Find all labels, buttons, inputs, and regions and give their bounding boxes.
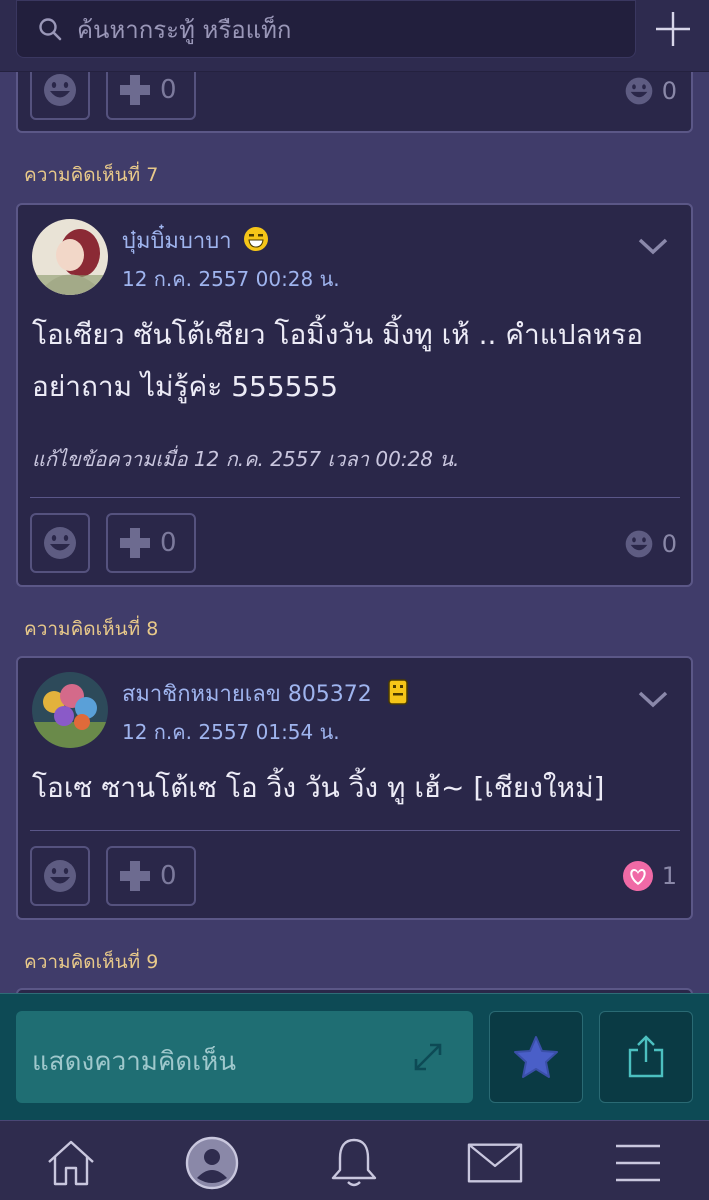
search-placeholder: ค้นหากระทู้ หรือแท็ก [77, 15, 292, 44]
post-time: 12 ก.ค. 2557 01:54 น. [122, 720, 340, 744]
plus-icon [120, 861, 150, 891]
heart-icon [622, 861, 653, 891]
chevron-down-icon[interactable] [636, 688, 670, 710]
expand-icon[interactable] [412, 1041, 444, 1073]
smile-icon [44, 74, 76, 106]
comment-label: ความคิดเห็นที่ 8 [24, 618, 159, 640]
tab-home[interactable] [43, 1137, 99, 1189]
member-badge-icon [388, 679, 408, 705]
author-name[interactable]: สมาชิกหมายเลข 805372 [122, 676, 409, 711]
menu-icon [616, 1144, 660, 1182]
plus-icon [120, 528, 150, 558]
top-bar: ค้นหากระทู้ หรือแท็ก [0, 0, 709, 72]
reaction-summary[interactable]: 0 [624, 529, 677, 559]
divider [30, 497, 680, 498]
reaction-summary[interactable]: 1 [622, 860, 677, 892]
tab-bar [0, 1120, 709, 1200]
tab-messages[interactable] [467, 1137, 523, 1189]
edit-note: แก้ไขข้อความเมื่อ 12 ก.ค. 2557 เวลา 00:2… [32, 447, 460, 471]
plus-vote-button[interactable]: 0 [106, 513, 196, 573]
comment-input[interactable]: แสดงความคิดเห็น [16, 1011, 473, 1103]
tab-menu[interactable] [610, 1137, 666, 1189]
emoji-react-button[interactable] [30, 513, 90, 573]
avatar[interactable] [32, 672, 108, 748]
share-icon [628, 1035, 664, 1078]
emoji-badge-icon [243, 227, 268, 251]
smile-icon [625, 77, 653, 105]
post-time: 12 ก.ค. 2557 00:28 น. [122, 267, 340, 291]
chevron-down-icon[interactable] [636, 235, 670, 257]
add-post-button[interactable] [652, 8, 694, 50]
plus-vote-button[interactable]: 0 [106, 846, 196, 906]
comment-label: ความคิดเห็นที่ 7 [24, 164, 159, 186]
comment-body: โอเซียว ซันโต้เซียว โอมิ้งวัน มิ้งทู เห้… [32, 318, 644, 403]
bell-icon [331, 1138, 377, 1187]
search-icon [39, 18, 62, 41]
reaction-summary[interactable]: 0 [624, 76, 677, 106]
smile-icon [625, 530, 653, 558]
emoji-react-button[interactable] [30, 846, 90, 906]
reaction-count: 0 [661, 530, 677, 558]
search-field[interactable]: ค้นหากระทู้ หรือแท็ก [16, 0, 636, 58]
favorite-button[interactable] [489, 1011, 583, 1103]
plus-count: 0 [160, 528, 177, 558]
home-icon [48, 1140, 94, 1186]
comment-card: บุ๋มบิ๋มบาบา 12 ก.ค. 2557 00:28 น. โอเซี… [16, 203, 693, 587]
tab-notifications[interactable] [326, 1137, 382, 1189]
mail-icon [467, 1143, 523, 1183]
share-button[interactable] [599, 1011, 693, 1103]
plus-icon [120, 75, 150, 105]
plus-count: 0 [160, 861, 177, 891]
comment-label: ความคิดเห็นที่ 9 [24, 951, 159, 973]
smile-icon [44, 860, 76, 892]
user-icon [185, 1136, 239, 1190]
star-icon [514, 1036, 558, 1078]
divider [30, 830, 680, 831]
comment-body: โอเซ ซานโต้เซ โอ วิ้ง วัน วิ้ง ทู เฮ้~ [… [32, 771, 605, 804]
reaction-count: 1 [661, 862, 677, 890]
plus-count: 0 [160, 75, 177, 105]
reaction-count: 0 [661, 77, 677, 105]
comment-card: สมาชิกหมายเลข 805372 12 ก.ค. 2557 01:54 … [16, 656, 693, 920]
tab-profile[interactable] [184, 1136, 240, 1190]
smile-icon [44, 527, 76, 559]
avatar[interactable] [32, 219, 108, 295]
author-name[interactable]: บุ๋มบิ๋มบาบา [122, 223, 269, 258]
comment-bar: แสดงความคิดเห็น [0, 993, 709, 1120]
comment-placeholder: แสดงความคิดเห็น [32, 1047, 237, 1077]
